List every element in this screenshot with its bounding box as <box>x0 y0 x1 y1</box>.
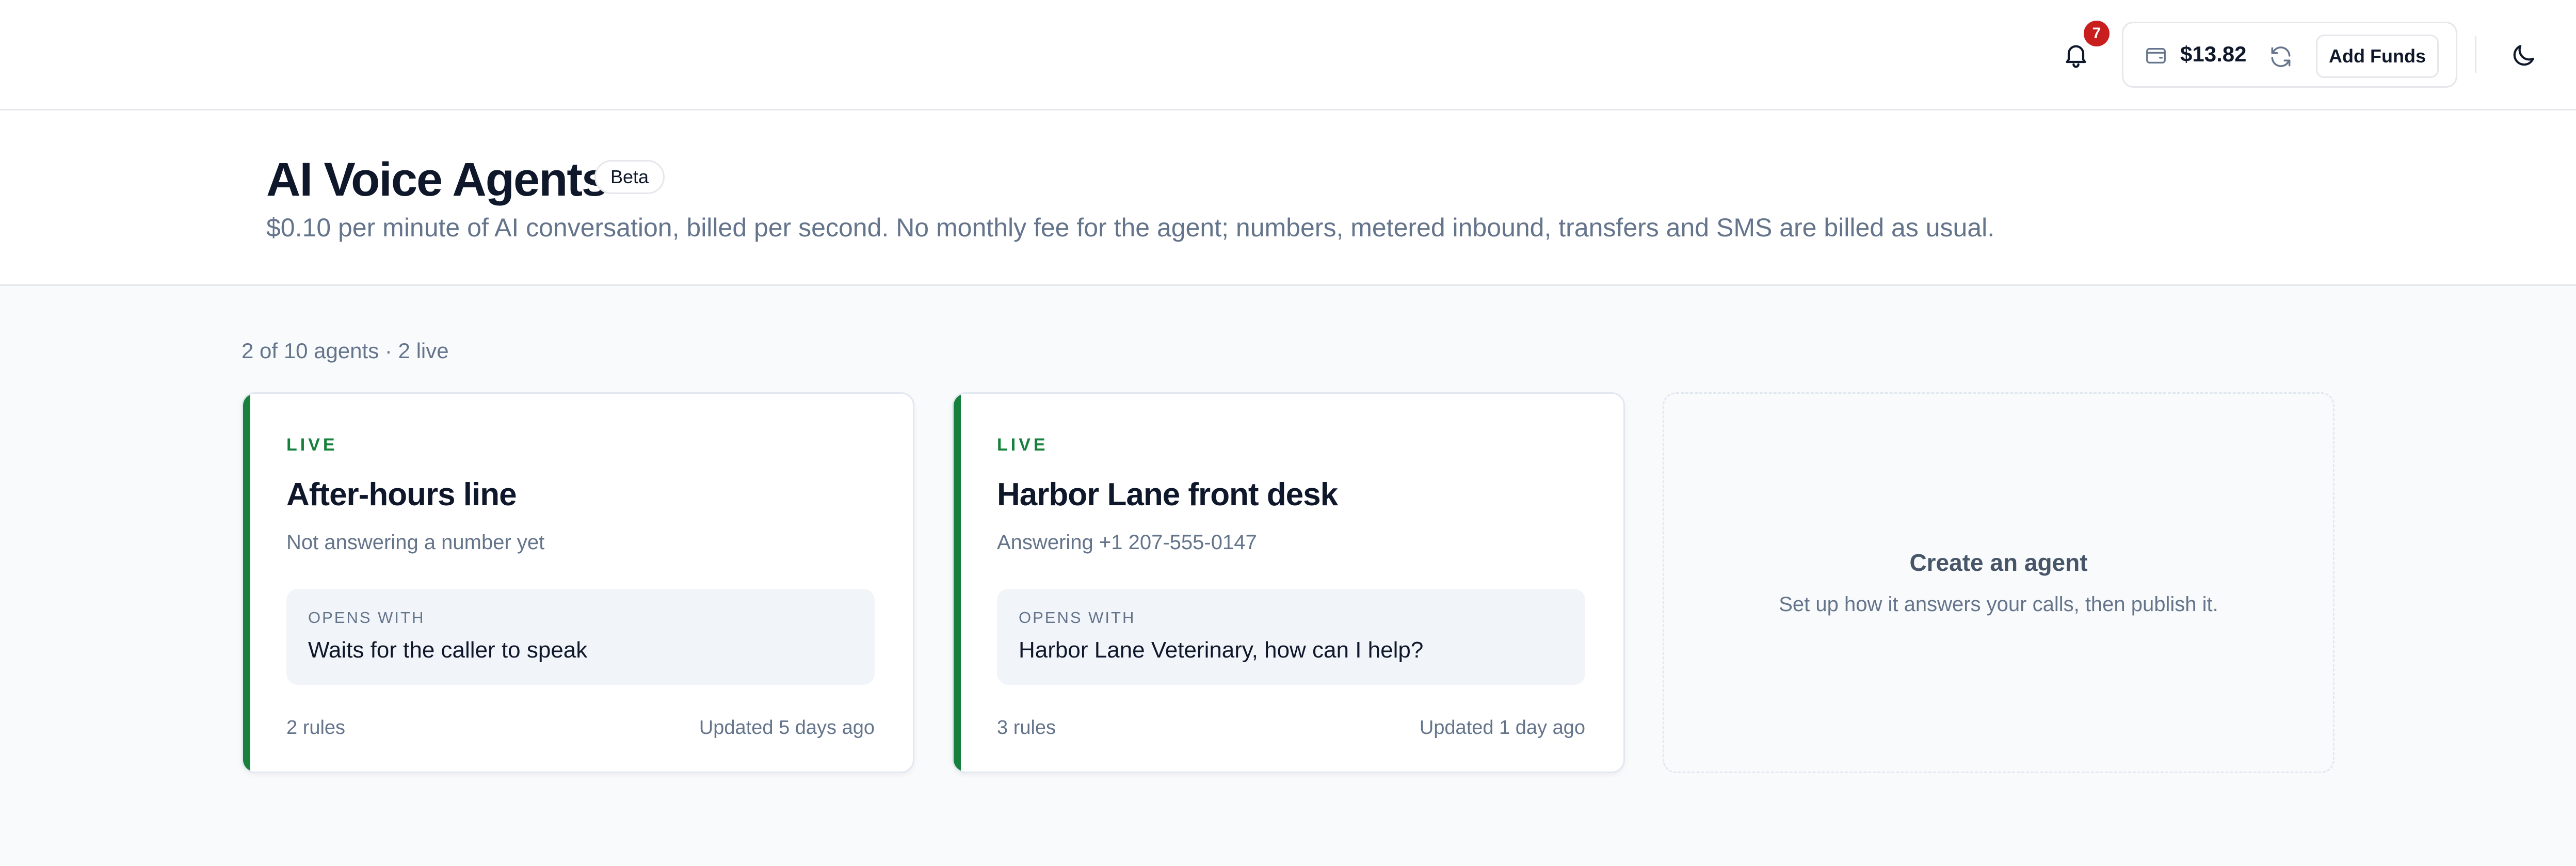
agent-card[interactable]: LIVE Harbor Lane front desk Answering +1… <box>952 392 1625 773</box>
balance-amount: $13.82 <box>2180 42 2247 66</box>
create-agent-card[interactable]: Create an agent Set up how it answers yo… <box>1663 392 2335 773</box>
bell-icon <box>2066 45 2086 68</box>
add-funds-button[interactable]: Add Funds <box>2316 35 2439 78</box>
agent-status-label: LIVE <box>997 435 1049 455</box>
wallet-balance-panel: $13.82 Add Funds <box>2122 22 2457 88</box>
theme-toggle-button[interactable] <box>2509 41 2538 70</box>
notifications-button[interactable] <box>2062 40 2090 69</box>
opens-with-value: Waits for the caller to speak <box>308 637 588 663</box>
page-title: AI Voice Agents <box>266 153 608 206</box>
refresh-balance-button[interactable] <box>2268 44 2294 70</box>
agents-summary: 2 of 10 agents · 2 live <box>242 339 449 363</box>
agent-status-label: LIVE <box>286 435 338 455</box>
toolbar-divider <box>2475 36 2476 73</box>
opens-with-label: OPENS WITH <box>1019 608 1136 627</box>
rules-count: 3 rules <box>997 717 1056 739</box>
rules-count: 2 rules <box>286 717 346 739</box>
updated-timestamp: Updated 1 day ago <box>1419 717 1585 739</box>
opens-with-label: OPENS WITH <box>308 608 425 627</box>
agent-number-status: Answering +1 207-555-0147 <box>997 531 1257 554</box>
opens-with-panel: OPENS WITH Harbor Lane Veterinary, how c… <box>997 589 1585 685</box>
notification-count-badge: 7 <box>2084 21 2110 46</box>
refresh-icon <box>2271 46 2291 67</box>
agent-number-status: Not answering a number yet <box>286 531 545 554</box>
create-agent-title: Create an agent <box>1909 549 2088 576</box>
agent-card[interactable]: LIVE After-hours line Not answering a nu… <box>242 392 914 773</box>
wallet-icon <box>2144 44 2168 68</box>
create-agent-description: Set up how it answers your calls, then p… <box>1779 593 2218 616</box>
opens-with-panel: OPENS WITH Waits for the caller to speak <box>286 589 875 685</box>
opens-with-value: Harbor Lane Veterinary, how can I help? <box>1019 637 1424 663</box>
updated-timestamp: Updated 5 days ago <box>699 717 875 739</box>
agent-name: After-hours line <box>286 477 517 512</box>
beta-badge: Beta <box>594 160 665 194</box>
moon-icon <box>2513 45 2534 66</box>
agent-name: Harbor Lane front desk <box>997 477 1338 512</box>
top-bar: 7 $13.82 Add Funds <box>0 0 2576 110</box>
page-header: AI Voice Agents Beta $0.10 per minute of… <box>0 110 2576 286</box>
pricing-description: $0.10 per minute of AI conversation, bil… <box>266 213 1995 242</box>
